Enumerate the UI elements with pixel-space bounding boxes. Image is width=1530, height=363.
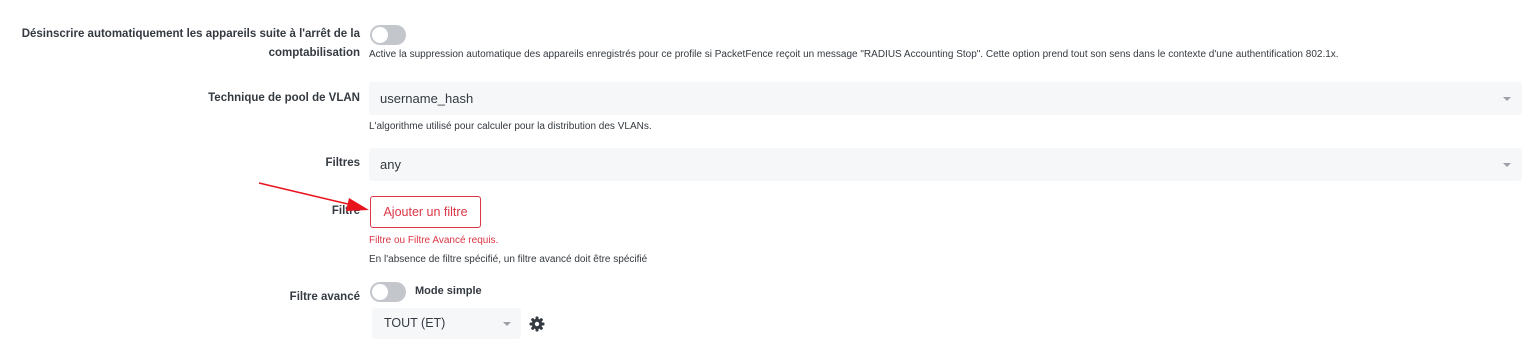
- annotation-arrow: [258, 182, 369, 211]
